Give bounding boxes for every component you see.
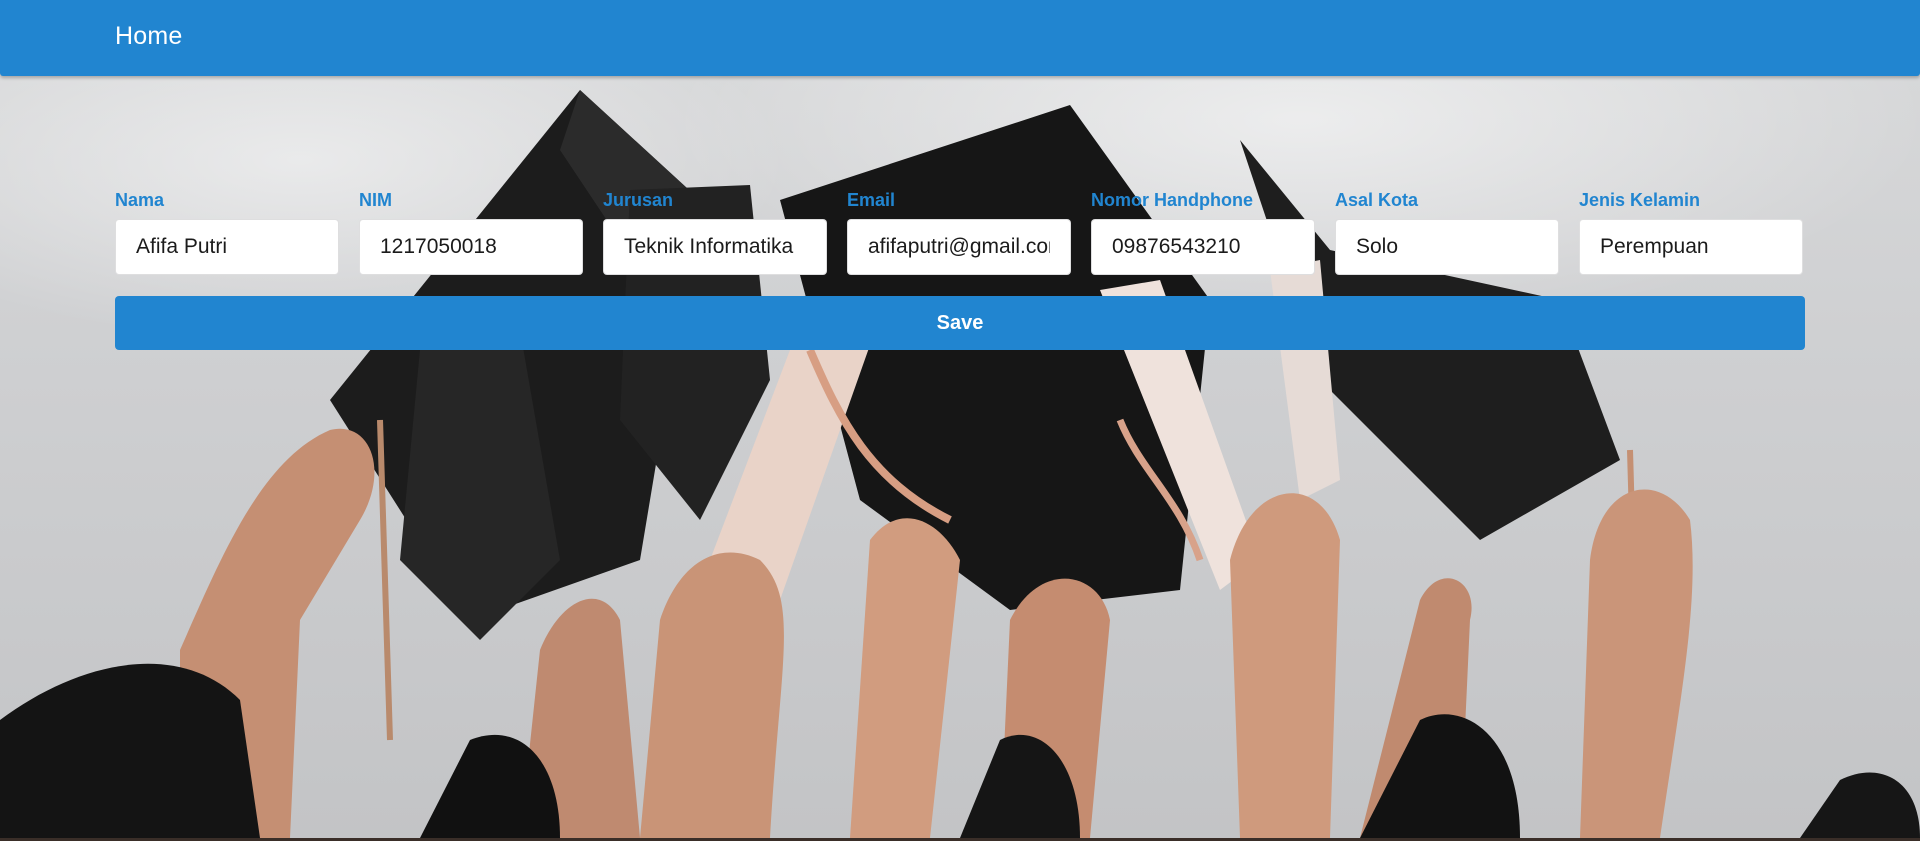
label-nomor-handphone: Nomor Handphone: [1091, 190, 1253, 210]
save-button[interactable]: Save: [115, 296, 1805, 350]
input-nama[interactable]: [115, 219, 339, 275]
label-asal-kota: Asal Kota: [1335, 190, 1419, 210]
field-asal-kota: Asal Kota: [1335, 188, 1559, 275]
background-photo: [0, 0, 1920, 838]
input-asal-kota[interactable]: [1335, 219, 1559, 275]
form-fields-row: Nama NIM Jurusan Email Nomor Handphone A…: [115, 188, 1805, 275]
label-nama: Nama: [115, 190, 165, 210]
top-navbar: Home: [0, 0, 1920, 76]
input-jurusan[interactable]: [603, 219, 827, 275]
input-nomor-handphone[interactable]: [1091, 219, 1315, 275]
graduation-caps-icon: [0, 90, 1920, 838]
label-email: Email: [847, 190, 896, 210]
input-email[interactable]: [847, 219, 1071, 275]
input-nim[interactable]: [359, 219, 583, 275]
field-nomor-handphone: Nomor Handphone: [1091, 188, 1315, 275]
field-nama: Nama: [115, 188, 339, 275]
field-nim: NIM: [359, 188, 583, 275]
nav-home-link[interactable]: Home: [115, 22, 183, 51]
field-jurusan: Jurusan: [603, 188, 827, 275]
label-jenis-kelamin: Jenis Kelamin: [1579, 190, 1701, 210]
input-jenis-kelamin[interactable]: [1579, 219, 1803, 275]
field-email: Email: [847, 188, 1071, 275]
student-form: Nama NIM Jurusan Email Nomor Handphone A…: [115, 188, 1805, 350]
field-jenis-kelamin: Jenis Kelamin: [1579, 188, 1803, 275]
label-nim: NIM: [359, 190, 392, 210]
label-jurusan: Jurusan: [603, 190, 674, 210]
